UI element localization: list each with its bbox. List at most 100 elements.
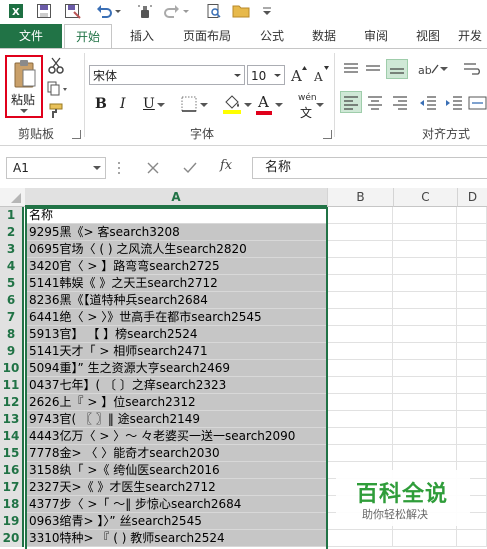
empty-cell[interactable] [393,377,457,394]
row-header[interactable]: 20 [0,530,24,547]
tab-formulas[interactable]: 公式 [250,24,294,48]
cell-a[interactable]: 名称 [25,207,327,224]
grow-font-icon[interactable]: A [290,65,308,85]
column-header-d[interactable]: D [457,188,487,207]
column-header-b[interactable]: B [327,188,393,207]
folder-icon[interactable] [232,3,250,19]
tab-file[interactable]: 文件 [0,24,62,48]
format-painter-icon[interactable] [47,103,65,119]
empty-cell[interactable] [327,241,393,258]
cancel-icon[interactable] [146,161,160,175]
font-size-dropdown-icon[interactable] [271,66,284,84]
clipboard-launcher-icon[interactable] [72,130,81,139]
empty-cell[interactable] [327,394,393,411]
align-left-button[interactable] [340,91,362,113]
bold-button[interactable]: B [95,96,107,112]
row-header[interactable]: 8 [0,326,24,343]
tab-home[interactable]: 开始 [64,24,112,49]
cell-a[interactable]: 2327天>《 》才医生search2712 [25,479,327,496]
align-bottom-button[interactable] [386,59,408,79]
row-header[interactable]: 18 [0,496,24,513]
print-preview-icon[interactable] [206,3,222,19]
row-header[interactable]: 13 [0,411,24,428]
tab-developer[interactable]: 开发 [458,24,487,48]
empty-cell[interactable] [457,377,487,394]
font-color-button[interactable]: A [258,93,269,111]
cell-a[interactable]: 4377步〈 >「 〜‖ 步惊心search2684 [25,496,327,513]
empty-cell[interactable] [457,224,487,241]
row-header[interactable]: 5 [0,275,24,292]
empty-cell[interactable] [393,428,457,445]
align-top-icon[interactable] [342,61,360,77]
name-box-dropdown-icon[interactable] [93,165,101,171]
insert-function-button[interactable]: fx [220,158,232,173]
empty-cell[interactable] [457,207,487,224]
enter-icon[interactable] [182,161,198,175]
empty-cell[interactable] [393,241,457,258]
empty-cell[interactable] [457,428,487,445]
cut-icon[interactable] [47,57,65,75]
empty-cell[interactable] [327,207,393,224]
tab-page-layout[interactable]: 页面布局 [174,24,240,48]
name-box[interactable]: A1 [6,157,106,179]
empty-cell[interactable] [457,360,487,377]
column-header-c[interactable]: C [393,188,457,207]
cell-a[interactable]: 3310特种> 『 ( ) 教师search2524 [25,530,327,547]
redo-icon[interactable] [164,3,180,19]
tab-review[interactable]: 审阅 [354,24,398,48]
tab-data[interactable]: 数据 [302,24,346,48]
borders-dropdown-icon[interactable] [200,102,208,108]
orientation-icon[interactable]: ab [418,61,440,77]
cell-a[interactable]: 5141韩娱《 》之天王search2712 [25,275,327,292]
empty-cell[interactable] [457,292,487,309]
save-icon[interactable] [36,3,52,19]
empty-cell[interactable] [327,275,393,292]
empty-cell[interactable] [327,224,393,241]
empty-cell[interactable] [393,343,457,360]
cell-a[interactable]: 3420官〈 > 】路弯弯search2725 [25,258,327,275]
increase-indent-icon[interactable] [444,93,464,113]
empty-cell[interactable] [393,394,457,411]
cell-a[interactable]: 8236黑《【道特种兵search2684 [25,292,327,309]
row-header[interactable]: 6 [0,292,24,309]
empty-cell[interactable] [327,309,393,326]
row-header[interactable]: 19 [0,513,24,530]
empty-cell[interactable] [327,377,393,394]
align-right-icon[interactable] [390,93,410,113]
empty-cell[interactable] [327,292,393,309]
empty-cell[interactable] [457,343,487,360]
cell-a[interactable]: 9743官( 〖 〗‖ 途search2149 [25,411,327,428]
shrink-font-icon[interactable]: A [312,65,330,85]
empty-cell[interactable] [393,275,457,292]
row-header[interactable]: 12 [0,394,24,411]
borders-icon[interactable] [180,95,198,113]
underline-dropdown-icon[interactable] [157,102,165,108]
empty-cell[interactable] [457,309,487,326]
copy-icon[interactable] [47,81,69,97]
empty-cell[interactable] [393,326,457,343]
fill-color-dropdown-icon[interactable] [244,102,252,108]
tab-view[interactable]: 视图 [406,24,450,48]
empty-cell[interactable] [457,394,487,411]
empty-cell[interactable] [457,241,487,258]
decrease-indent-icon[interactable] [418,93,438,113]
font-launcher-icon[interactable] [323,130,332,139]
undo-icon[interactable] [96,3,112,19]
empty-cell[interactable] [393,292,457,309]
empty-cell[interactable] [327,258,393,275]
font-size-combo[interactable]: 10 [247,65,285,85]
row-header[interactable]: 17 [0,479,24,496]
cell-a[interactable]: 5094重】” 生之资源大亨search2469 [25,360,327,377]
font-color-dropdown-icon[interactable] [275,102,283,108]
empty-cell[interactable] [457,258,487,275]
fill-color-icon[interactable] [222,93,242,115]
underline-button[interactable]: U [143,96,155,112]
select-all-corner[interactable] [0,188,25,207]
paste-button[interactable]: 粘贴 [5,55,43,118]
row-header[interactable]: 14 [0,428,24,445]
form-icon[interactable] [64,3,82,19]
empty-cell[interactable] [393,309,457,326]
empty-cell[interactable] [393,411,457,428]
italic-button[interactable]: I [120,96,126,112]
cell-a[interactable]: 3158纨「 >《 绔仙医search2016 [25,462,327,479]
